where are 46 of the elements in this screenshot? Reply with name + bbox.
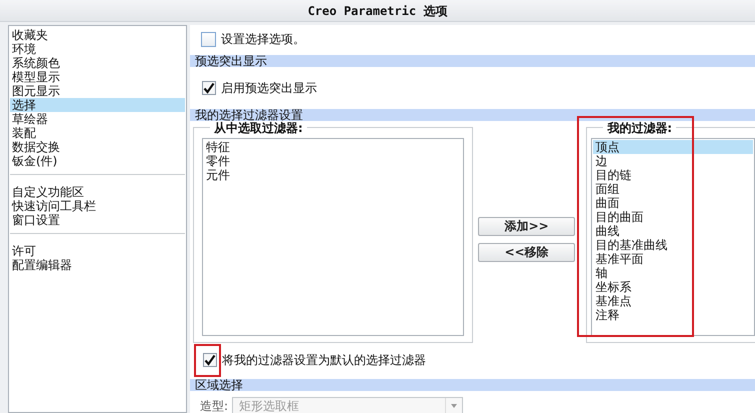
list-item[interactable]: 顶点 xyxy=(593,140,753,154)
list-item[interactable]: 目的曲面 xyxy=(593,210,753,224)
category-item[interactable]: 收藏夹 xyxy=(10,28,185,42)
category-item[interactable]: 装配 xyxy=(10,126,185,140)
list-item[interactable]: 轴 xyxy=(593,266,753,280)
category-item[interactable]: 快速访问工具栏 xyxy=(10,199,185,213)
category-item[interactable]: 系统颜色 xyxy=(10,56,185,70)
category-item[interactable]: 数据交换 xyxy=(10,140,185,154)
remove-button[interactable]: <<移除 xyxy=(478,242,576,262)
checkbox[interactable] xyxy=(202,81,216,95)
category-item[interactable]: 自定义功能区 xyxy=(10,185,185,199)
checkbox-label: 将我的过滤器设置为默认的选择过滤器 xyxy=(222,353,426,367)
group-legend: 从中选取过滤器: xyxy=(210,121,307,135)
checkbox[interactable] xyxy=(203,353,217,367)
list-item[interactable]: 特征 xyxy=(204,140,462,154)
list-item[interactable]: 元件 xyxy=(204,168,462,182)
list-item[interactable]: 曲面 xyxy=(593,196,753,210)
list-item[interactable]: 目的基准曲线 xyxy=(593,238,753,252)
category-item[interactable]: 环境 xyxy=(10,42,185,56)
section-header: 我的选择过滤器设置 xyxy=(190,109,755,121)
category-item[interactable]: 窗口设置 xyxy=(10,213,185,227)
category-item[interactable]: 许可 xyxy=(10,244,185,258)
list-item[interactable]: 基准点 xyxy=(593,294,753,308)
category-item[interactable]: 图元显示 xyxy=(10,84,185,98)
list-item[interactable]: 面组 xyxy=(593,182,753,196)
field-label: 造型: xyxy=(200,399,228,413)
list-item[interactable]: 基准平面 xyxy=(593,252,753,266)
checkbox[interactable] xyxy=(201,32,216,46)
category-item[interactable]: 钣金(件) xyxy=(10,154,185,168)
list-item[interactable]: 注释 xyxy=(593,308,753,322)
section-header: 区域选择 xyxy=(190,379,755,391)
list-item[interactable]: 坐标系 xyxy=(593,280,753,294)
category-item[interactable]: 草绘器 xyxy=(10,112,185,126)
section-header: 预选突出显示 xyxy=(190,55,755,67)
checkbox-label: 启用预选突出显示 xyxy=(221,81,317,95)
list-item[interactable]: 目的链 xyxy=(593,168,753,182)
category-item[interactable]: 配置编辑器 xyxy=(10,258,185,272)
window-title: Creo Parametric 选项 xyxy=(308,4,448,18)
list-item[interactable]: 边 xyxy=(593,154,753,168)
group-legend: 我的过滤器: xyxy=(603,121,676,135)
add-button[interactable]: 添加>> xyxy=(478,216,576,236)
checkbox-label: 设置选择选项。 xyxy=(221,32,305,46)
list-item[interactable]: 零件 xyxy=(204,154,462,168)
category-item[interactable]: 选择 xyxy=(10,98,185,112)
list-item[interactable]: 曲线 xyxy=(593,224,753,238)
category-item[interactable]: 模型显示 xyxy=(10,70,185,84)
